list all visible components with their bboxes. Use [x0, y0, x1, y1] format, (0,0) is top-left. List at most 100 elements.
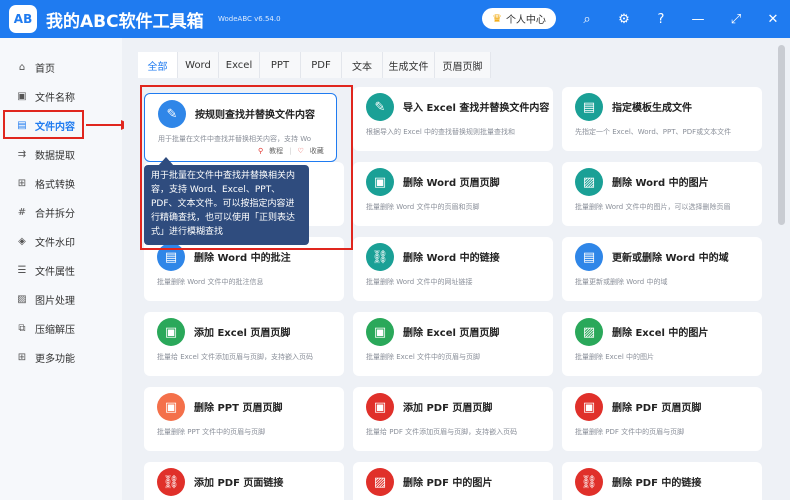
image-icon: ▨: [17, 293, 27, 305]
grid-icon: ⊞: [17, 351, 27, 363]
image-icon: ▨: [366, 468, 394, 496]
card-add-pdf-header-footer[interactable]: ▣ 添加 PDF 页眉页脚 批量给 PDF 文件添加页眉与页脚，支持嵌入页码: [353, 387, 553, 451]
sidebar-item-label: 文件水印: [35, 237, 75, 249]
sidebar-item-home[interactable]: ⌂ 首页: [6, 56, 116, 78]
image-icon: ▨: [575, 168, 603, 196]
card-title: 导入 Excel 查找并替换文件内容: [403, 103, 550, 114]
tab-header-footer[interactable]: 页眉页脚: [435, 52, 491, 78]
pdf-icon: ▣: [575, 393, 603, 421]
card-delete-pdf-header-footer[interactable]: ▣ 删除 PDF 页眉页脚 批量删除 PDF 文件中的页眉与页脚: [562, 387, 762, 451]
card-delete-excel-header-footer[interactable]: ▣ 删除 Excel 页眉页脚 批量删除 Excel 文件中的页眉与页脚: [353, 312, 553, 376]
tab-ppt[interactable]: PPT: [260, 52, 301, 78]
field-icon: ▤: [575, 243, 603, 271]
scrollbar[interactable]: [778, 45, 785, 225]
user-center-label: 个人中心: [505, 15, 546, 26]
sidebar-item-label: 数据提取: [35, 150, 75, 162]
card-title: 删除 Word 中的批注: [194, 253, 291, 264]
user-center-button[interactable]: ♛ 个人中心: [482, 8, 556, 29]
card-desc: 批量删除 Excel 中的图片: [575, 353, 654, 361]
app-title: 我的ABC软件工具箱: [46, 12, 204, 32]
card-delete-pdf-links[interactable]: ⛓ 删除 PDF 中的链接: [562, 462, 762, 500]
sidebar-item-compress[interactable]: ⧉ 压缩解压: [6, 317, 116, 339]
tab-all[interactable]: 全部: [138, 52, 178, 78]
highlight-frame: [140, 85, 353, 250]
card-update-word-fields[interactable]: ▤ 更新或删除 Word 中的域 批量更新或删除 Word 中的域: [562, 237, 762, 301]
list-icon: ☰: [17, 264, 27, 276]
pdf-icon: ▣: [366, 393, 394, 421]
sidebar-item-file-name[interactable]: ▣ 文件名称: [6, 85, 116, 107]
card-delete-pdf-images[interactable]: ▨ 删除 PDF 中的图片: [353, 462, 553, 500]
sidebar-item-label: 文件属性: [35, 266, 75, 278]
card-import-excel-replace[interactable]: ✎ 导入 Excel 查找并替换文件内容 根据导入的 Excel 中的查找替换规…: [353, 87, 553, 151]
card-delete-word-links[interactable]: ⛓ 删除 Word 中的链接 批量删除 Word 文件中的网址链接: [353, 237, 553, 301]
card-title: 删除 Word 页眉页脚: [403, 178, 500, 189]
merge-split-icon: #: [17, 206, 27, 218]
card-title: 删除 PDF 中的链接: [612, 478, 702, 489]
template-icon: ▤: [575, 93, 603, 121]
card-title: 删除 Excel 页眉页脚: [403, 328, 500, 339]
card-desc: 批量删除 PDF 文件中的页眉与页脚: [575, 428, 685, 436]
card-delete-word-images[interactable]: ▨ 删除 Word 中的图片 批量删除 Word 文件中的图片，可以选择删除页眉: [562, 162, 762, 226]
sidebar-item-merge-split[interactable]: # 合并拆分: [6, 201, 116, 223]
card-delete-excel-images[interactable]: ▨ 删除 Excel 中的图片 批量删除 Excel 中的图片: [562, 312, 762, 376]
image-icon: ▨: [575, 318, 603, 346]
app-logo: AB: [9, 5, 37, 33]
card-delete-word-header-footer[interactable]: ▣ 删除 Word 页眉页脚 批量删除 Word 文件中的页眉和页脚: [353, 162, 553, 226]
tab-generate-file[interactable]: 生成文件: [383, 52, 435, 78]
title-bar: AB 我的ABC软件工具箱 WodeABC v6.54.0 ♛ 个人中心 ⌕ ⚙…: [0, 0, 790, 38]
category-tabs: 全部 Word Excel PPT PDF 文本 生成文件 页眉页脚: [138, 52, 491, 78]
sidebar-item-label: 图片处理: [35, 295, 75, 307]
sidebar-item-image[interactable]: ▨ 图片处理: [6, 288, 116, 310]
tab-text[interactable]: 文本: [342, 52, 383, 78]
link-icon: ⛓: [366, 243, 394, 271]
annotation-arrow: [86, 124, 123, 126]
card-title: 删除 Word 中的图片: [612, 178, 709, 189]
sidebar-item-file-properties[interactable]: ☰ 文件属性: [6, 259, 116, 281]
card-desc: 批量删除 PPT 文件中的页眉与页脚: [157, 428, 266, 436]
maximize-icon[interactable]: ⤢: [725, 8, 747, 30]
sidebar-item-more[interactable]: ⊞ 更多功能: [6, 346, 116, 368]
file-name-icon: ▣: [17, 90, 27, 102]
sidebar-item-label: 更多功能: [35, 353, 75, 365]
sidebar-item-label: 压缩解压: [35, 324, 75, 336]
sidebar-item-label: 格式转换: [35, 179, 75, 191]
sidebar-item-format-convert[interactable]: ⊞ 格式转换: [6, 172, 116, 194]
card-desc: 批量删除 Word 文件中的批注信息: [157, 278, 264, 286]
card-template-generate[interactable]: ▤ 指定模板生成文件 先指定一个 Excel、Word、PPT、PDF或文本文件: [562, 87, 762, 151]
card-add-excel-header-footer[interactable]: ▣ 添加 Excel 页眉页脚 批量给 Excel 文件添加页眉与页脚，支持嵌入…: [144, 312, 344, 376]
data-extract-icon: ⇉: [17, 148, 27, 160]
tab-word[interactable]: Word: [178, 52, 219, 78]
format-convert-icon: ⊞: [17, 177, 27, 189]
card-title: 添加 PDF 页面链接: [194, 478, 284, 489]
help-icon[interactable]: ?: [650, 8, 672, 30]
card-desc: 批量删除 Excel 文件中的页眉与页脚: [366, 353, 480, 361]
tab-pdf[interactable]: PDF: [301, 52, 342, 78]
watermark-icon: ◈: [18, 235, 26, 247]
sidebar-item-label: 文件名称: [35, 92, 75, 104]
search-icon[interactable]: ⌕: [576, 8, 598, 30]
card-delete-ppt-header-footer[interactable]: ▣ 删除 PPT 页眉页脚 批量删除 PPT 文件中的页眉与页脚: [144, 387, 344, 451]
card-title: 添加 Excel 页眉页脚: [194, 328, 291, 339]
crown-icon: ♛: [492, 12, 502, 25]
spreadsheet-icon: ▣: [366, 318, 394, 346]
presentation-icon: ▣: [157, 393, 185, 421]
sidebar-item-watermark[interactable]: ◈ 文件水印: [6, 230, 116, 252]
edit-icon: ✎: [366, 93, 394, 121]
minimize-icon[interactable]: —: [687, 8, 709, 30]
close-icon[interactable]: ✕: [762, 8, 784, 30]
card-title: 删除 Word 中的链接: [403, 253, 500, 264]
card-title: 删除 PPT 页眉页脚: [194, 403, 283, 414]
card-desc: 根据导入的 Excel 中的查找替换规则批量查找和: [366, 128, 515, 136]
sidebar-item-data-extract[interactable]: ⇉ 数据提取: [6, 143, 116, 165]
card-title: 删除 Excel 中的图片: [612, 328, 709, 339]
card-add-pdf-page-links[interactable]: ⛓ 添加 PDF 页面链接: [144, 462, 344, 500]
card-desc: 批量删除 Word 文件中的网址链接: [366, 278, 473, 286]
card-title: 删除 PDF 页眉页脚: [612, 403, 702, 414]
sidebar-item-label: 合并拆分: [35, 208, 75, 220]
card-desc: 批量给 PDF 文件添加页眉与页脚，支持嵌入页码: [366, 428, 518, 436]
tab-excel[interactable]: Excel: [219, 52, 260, 78]
card-desc: 批量删除 Word 文件中的页眉和页脚: [366, 203, 480, 211]
settings-icon[interactable]: ⚙: [613, 8, 635, 30]
card-desc: 批量给 Excel 文件添加页眉与页脚，支持嵌入页码: [157, 353, 313, 361]
sidebar: ⌂ 首页 ▣ 文件名称 ▤ 文件内容 ⇉ 数据提取 ⊞ 格式转换 # 合并拆分 ◈ 文件水印 …: [0, 38, 122, 500]
